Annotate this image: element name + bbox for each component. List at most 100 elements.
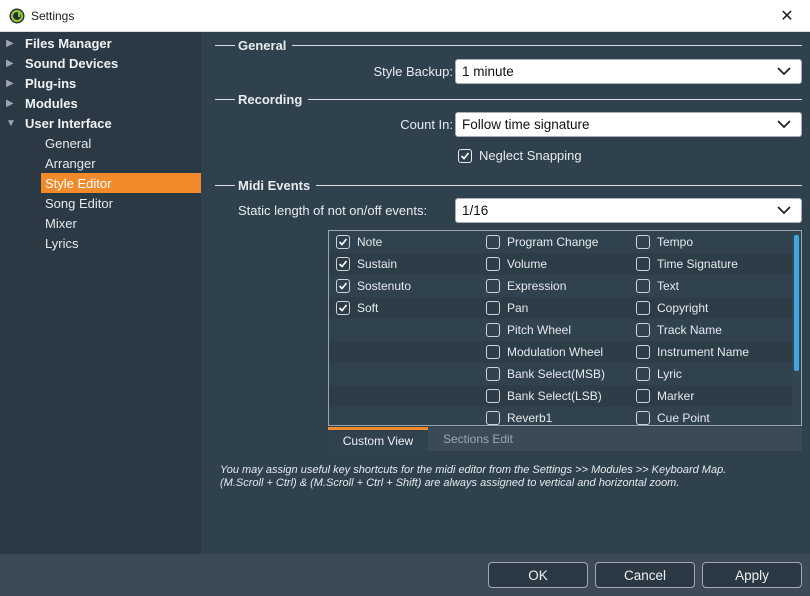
event-checkbox-row[interactable]: Volume xyxy=(486,253,605,275)
event-checkbox-row[interactable]: Marker xyxy=(636,385,749,407)
checkbox-unchecked[interactable] xyxy=(486,345,500,359)
checkbox-unchecked[interactable] xyxy=(636,411,650,425)
divider xyxy=(292,44,802,46)
event-label: Text xyxy=(657,279,680,293)
hint-line: (M.Scroll + Ctrl) & (M.Scroll + Ctrl + S… xyxy=(220,477,680,489)
checkbox-unchecked[interactable] xyxy=(636,279,650,293)
event-checkbox-row[interactable]: Expression xyxy=(486,275,605,297)
tree-item-style-editor[interactable]: Style Editor xyxy=(41,173,201,193)
divider xyxy=(215,98,235,100)
checkbox-unchecked[interactable] xyxy=(636,235,650,249)
midi-events-list[interactable]: Note Sustain Sostenuto Soft Program Change V… xyxy=(328,230,802,426)
editor-tabs: Custom View Sections Edit xyxy=(328,427,802,451)
checkbox-unchecked[interactable] xyxy=(636,367,650,381)
checkbox-unchecked[interactable] xyxy=(636,345,650,359)
checkbox-unchecked[interactable] xyxy=(636,301,650,315)
checkbox-unchecked[interactable] xyxy=(486,279,500,293)
style-backup-label: Style Backup: xyxy=(373,64,454,79)
apply-button[interactable]: Apply xyxy=(702,562,802,588)
close-icon[interactable]: ✕ xyxy=(764,0,810,31)
section-recording: Recording xyxy=(215,91,802,107)
event-checkbox-row[interactable]: Modulation Wheel xyxy=(486,341,605,363)
event-checkbox-row[interactable]: Pan xyxy=(486,297,605,319)
checkbox-unchecked[interactable] xyxy=(636,323,650,337)
tree-item-user-interface[interactable]: ▼ User Interface xyxy=(0,113,201,133)
checkbox-unchecked[interactable] xyxy=(486,323,500,337)
event-checkbox-row[interactable]: Program Change xyxy=(486,231,605,253)
checkbox-checked[interactable] xyxy=(336,235,350,249)
hint-line: You may assign useful key shortcuts for … xyxy=(220,464,727,476)
section-midi-events: Midi Events xyxy=(215,177,802,193)
checkbox-checked[interactable] xyxy=(336,279,350,293)
chevron-down-icon xyxy=(777,206,791,215)
section-general: General xyxy=(215,37,802,53)
section-heading: Recording xyxy=(238,91,303,107)
count-in-dropdown[interactable]: Follow time signature xyxy=(455,112,802,137)
tree-item-general[interactable]: General xyxy=(41,133,201,153)
scrollbar[interactable] xyxy=(792,231,801,425)
checkbox-label: Neglect Snapping xyxy=(479,148,582,163)
tree-item-label: Plug-ins xyxy=(25,75,77,91)
checkbox-unchecked[interactable] xyxy=(486,411,500,425)
event-label: Soft xyxy=(357,301,379,315)
tree-item-lyrics[interactable]: Lyrics xyxy=(41,233,201,253)
settings-content: General Style Backup: 1 minute Recording… xyxy=(201,32,810,554)
event-label: Sostenuto xyxy=(357,279,412,293)
checkbox-unchecked[interactable] xyxy=(636,257,650,271)
checkbox-checked[interactable] xyxy=(336,257,350,271)
tree-item-modules[interactable]: ▶ Modules xyxy=(0,93,201,113)
checkbox-checked[interactable] xyxy=(336,301,350,315)
event-label: Reverb1 xyxy=(507,411,553,425)
tab-custom-view[interactable]: Custom View xyxy=(328,427,428,451)
event-checkbox-row[interactable]: Bank Select(MSB) xyxy=(486,363,605,385)
event-checkbox-row[interactable]: Soft xyxy=(336,297,411,319)
checkbox-unchecked[interactable] xyxy=(486,367,500,381)
event-label: Program Change xyxy=(507,235,599,249)
event-checkbox-row[interactable]: Instrument Name xyxy=(636,341,749,363)
event-checkbox-row[interactable]: Cue Point xyxy=(636,407,749,425)
neglect-snapping-checkbox[interactable]: Neglect Snapping xyxy=(458,148,582,163)
event-checkbox-row[interactable]: Reverb1 xyxy=(486,407,605,425)
checkbox-unchecked[interactable] xyxy=(486,389,500,403)
event-label: Cue Point xyxy=(657,411,710,425)
event-checkbox-row[interactable]: Sostenuto xyxy=(336,275,411,297)
checkbox-unchecked[interactable] xyxy=(486,235,500,249)
checkbox-unchecked[interactable] xyxy=(636,389,650,403)
tree-item-song-editor[interactable]: Song Editor xyxy=(41,193,201,213)
cancel-button[interactable]: Cancel xyxy=(595,562,695,588)
scrollbar-thumb[interactable] xyxy=(794,235,799,371)
count-in-label: Count In: xyxy=(400,117,453,132)
tree-item-files-manager[interactable]: ▶ Files Manager xyxy=(0,33,201,53)
style-backup-dropdown[interactable]: 1 minute xyxy=(455,59,802,84)
collapse-arrow-icon[interactable]: ▼ xyxy=(6,118,16,129)
event-checkbox-row[interactable]: Pitch Wheel xyxy=(486,319,605,341)
event-checkbox-row[interactable]: Tempo xyxy=(636,231,749,253)
tree-item-mixer[interactable]: Mixer xyxy=(41,213,201,233)
event-checkbox-row[interactable]: Sustain xyxy=(336,253,411,275)
checkbox-checked[interactable] xyxy=(458,148,472,163)
tree-item-label: User Interface xyxy=(25,115,112,131)
chevron-down-icon xyxy=(777,67,791,76)
checkbox-unchecked[interactable] xyxy=(486,257,500,271)
ok-button[interactable]: OK xyxy=(488,562,588,588)
event-checkbox-row[interactable]: Time Signature xyxy=(636,253,749,275)
event-checkbox-row[interactable]: Copyright xyxy=(636,297,749,319)
event-checkbox-row[interactable]: Text xyxy=(636,275,749,297)
checkbox-unchecked[interactable] xyxy=(486,301,500,315)
tree-item-plug-ins[interactable]: ▶ Plug-ins xyxy=(0,73,201,93)
tree-item-sound-devices[interactable]: ▶ Sound Devices xyxy=(0,53,201,73)
window-title: Settings xyxy=(31,8,75,23)
event-checkbox-row[interactable]: Track Name xyxy=(636,319,749,341)
static-length-dropdown[interactable]: 1/16 xyxy=(455,198,802,223)
tree-item-arranger[interactable]: Arranger xyxy=(41,153,201,173)
event-checkbox-row[interactable]: Lyric xyxy=(636,363,749,385)
expand-arrow-icon[interactable]: ▶ xyxy=(6,38,16,49)
event-label: Lyric xyxy=(657,367,682,381)
tab-sections-edit[interactable]: Sections Edit xyxy=(428,427,528,451)
expand-arrow-icon[interactable]: ▶ xyxy=(6,78,16,89)
expand-arrow-icon[interactable]: ▶ xyxy=(6,98,16,109)
event-column-2: Program Change Volume Expression Pan Pitch W… xyxy=(486,231,605,425)
expand-arrow-icon[interactable]: ▶ xyxy=(6,58,16,69)
event-checkbox-row[interactable]: Note xyxy=(336,231,411,253)
event-checkbox-row[interactable]: Bank Select(LSB) xyxy=(486,385,605,407)
